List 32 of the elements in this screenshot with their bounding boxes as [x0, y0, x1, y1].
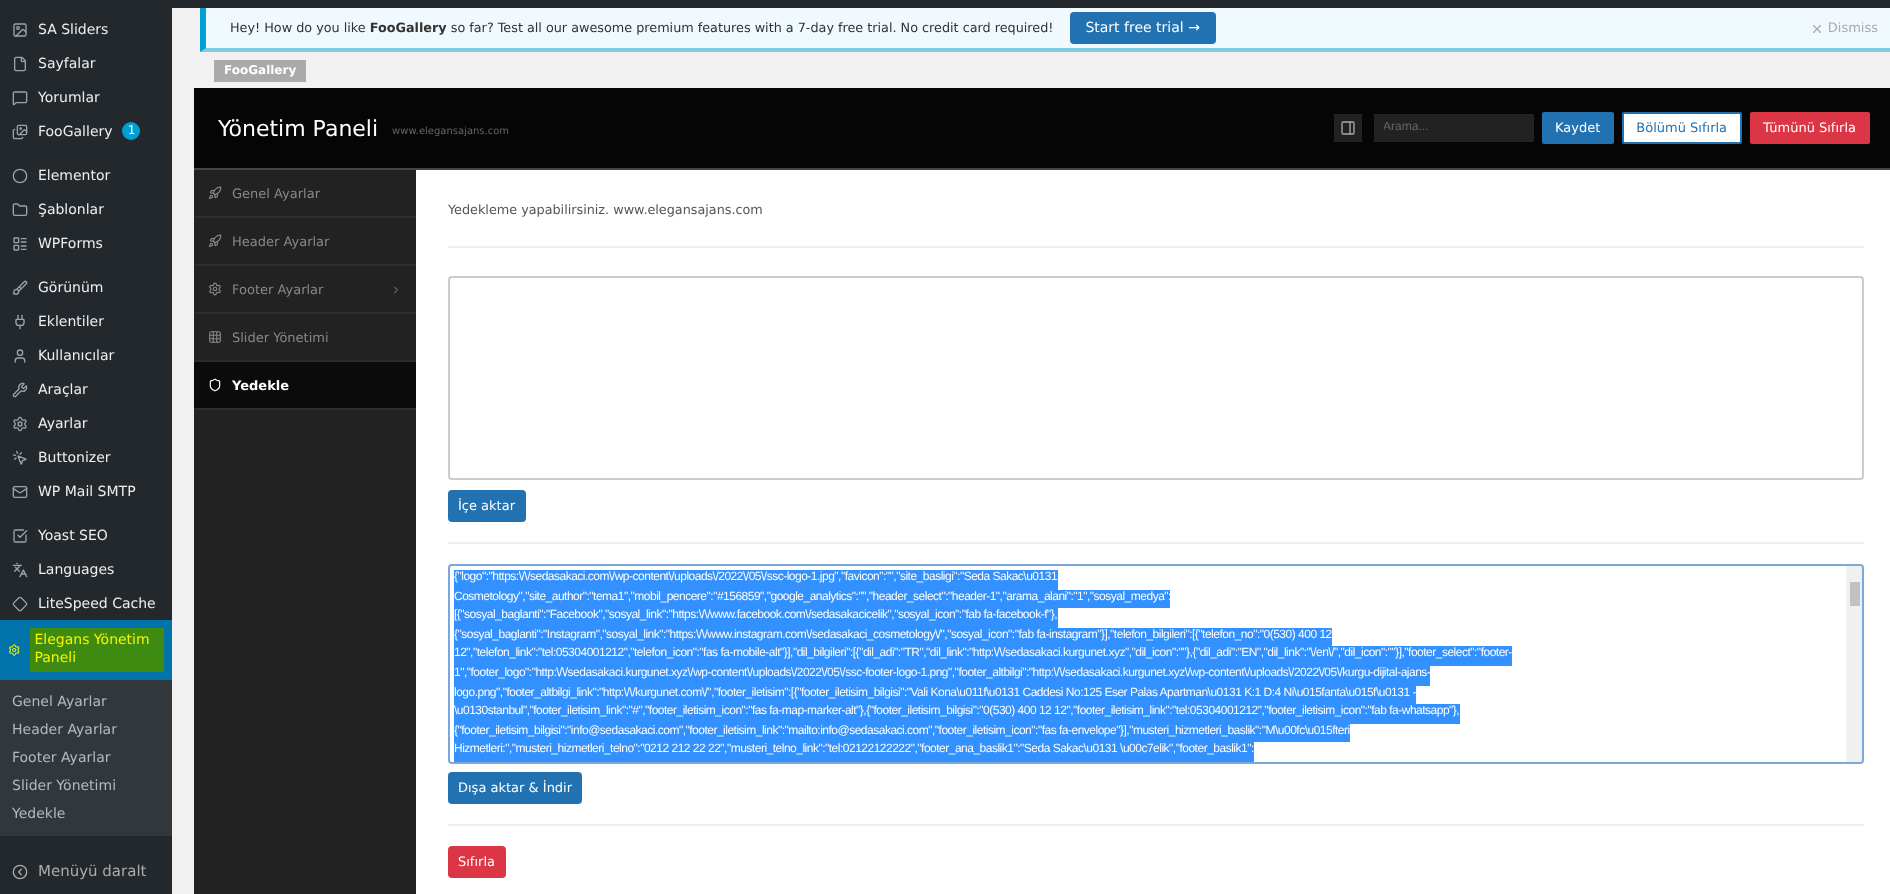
diamond-icon: [12, 595, 28, 611]
panel-title: Yönetim Paneli: [218, 115, 379, 141]
export-field[interactable]: [448, 564, 1864, 764]
user-icon: [12, 347, 28, 363]
settings-icon: [12, 415, 28, 431]
plug-icon: [12, 313, 28, 329]
rocket-icon: [208, 234, 222, 248]
circle-icon: [12, 167, 28, 183]
form-icon: [12, 235, 28, 251]
import-field[interactable]: [448, 276, 1864, 480]
shield-icon: [208, 378, 222, 392]
brush-icon: [12, 279, 28, 295]
mail-icon: [12, 483, 28, 499]
settings-icon: [208, 282, 222, 296]
close-icon: [1809, 21, 1824, 35]
picture-icon: [12, 21, 28, 37]
chevron-icon: [390, 283, 402, 295]
translate-icon: [12, 561, 28, 577]
gallery-icon: [12, 123, 28, 139]
layout-button[interactable]: [1333, 114, 1362, 142]
grid-icon: [208, 330, 222, 344]
scrollbar[interactable]: [1846, 566, 1862, 762]
collapse-icon: [12, 863, 28, 880]
layout-icon: [1339, 120, 1356, 136]
rocket-icon: [208, 186, 222, 200]
wrench-icon: [12, 381, 28, 397]
folder-icon: [12, 201, 28, 217]
settings-icon: [8, 642, 21, 659]
page-icon: [12, 55, 28, 71]
comment-icon: [12, 89, 28, 105]
pointer-icon: [12, 449, 28, 465]
checkbox-icon: [12, 527, 28, 543]
